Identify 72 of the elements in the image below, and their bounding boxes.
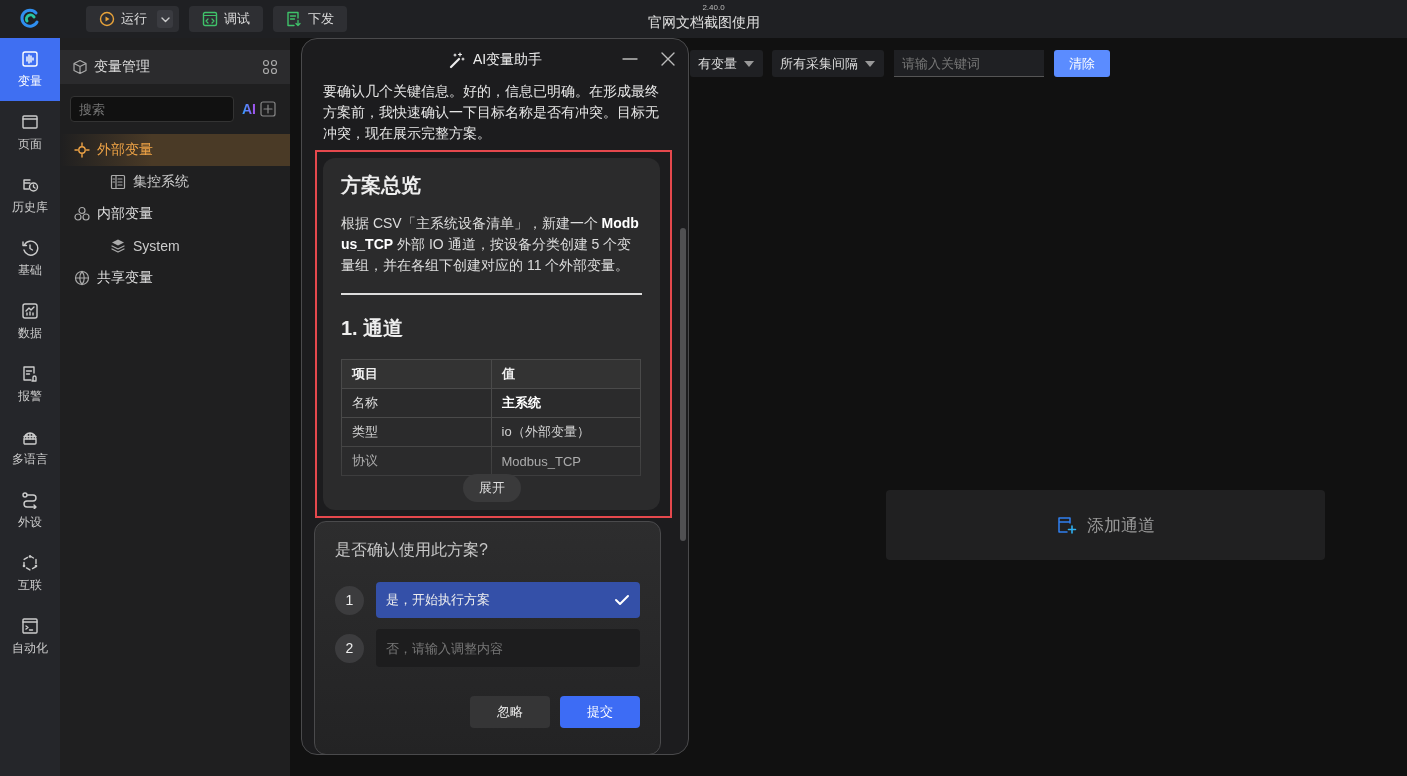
dropdown-button[interactable] [157,10,173,28]
column-header: 项目 [341,359,491,389]
caret-down-icon [743,58,755,69]
add-channel-icon [1056,515,1077,535]
section-heading: 1. 通道 [341,316,405,341]
play-icon [99,11,115,27]
dialog-title: AI变量助手 [472,51,543,69]
column-header: 值 [491,359,641,389]
panel-icon [110,174,126,190]
tree-item[interactable]: System [60,230,290,262]
cube-icon [72,59,88,75]
code-window-icon [202,11,218,27]
route-icon [21,490,39,509]
toolbar-button[interactable]: 调试 [189,6,263,32]
nav-item[interactable]: 历史库 [0,164,60,227]
magic-wand-icon [447,51,465,69]
assistant-message: 要确认几个关键信息。好的，信息已明确。在形成最终方案前，我快速确认一下目标名称是否有冲突。目标无冲突，现在展示完整方案。 [323,82,660,143]
ai-button[interactable]: AI [242,101,256,117]
terminal-icon [21,616,39,635]
hexagon-nodes-icon [21,553,39,572]
nav-item[interactable]: 互联 [0,542,60,605]
nav-item[interactable]: 外设 [0,479,60,542]
option-item[interactable]: 是，开始执行方案 [376,582,640,618]
table-cell: io（外部变量） [491,417,641,447]
keyword-field[interactable]: 请输入关键词 [894,50,1044,77]
window-title: 官网文档截图使用 [647,13,760,32]
add-icon [260,101,276,117]
nav-item[interactable]: 数据 [0,290,60,353]
panel-title: 变量管理 [94,58,151,76]
option-number: 1 [335,585,364,615]
nav-item[interactable]: 页面 [0,101,60,164]
nav-item[interactable]: 多语言 [0,416,60,479]
waveform-icon [21,49,39,68]
globe-icon [74,270,90,286]
ignore-button[interactable]: 忽略 [470,696,550,728]
tree-item[interactable]: 集控系统 [60,166,290,198]
tree-item[interactable]: 内部变量 [60,198,290,230]
three-circles-icon [74,206,90,222]
nav-item[interactable]: 自动化 [0,605,60,668]
plan-summary: 根据 CSV「主系统设备清单」，新建一个 Modbus_TCP 外部 IO 通道，按设备分类创建 5 个变量组，并在各组下创建对应的 11 个外部变量。 [341,214,640,275]
plan-title: 方案总览 [341,173,422,198]
document-download-icon [286,11,302,27]
check-icon [614,592,630,608]
table-cell: 类型 [341,417,491,447]
filter-dropdown[interactable]: 所有采集间隔 [772,50,884,77]
adjust-field[interactable]: 否，请输入调整内容 [376,629,640,667]
history-clock-icon [21,238,39,257]
grid-icon [262,59,278,75]
document-bell-icon [21,364,39,383]
table-cell: 名称 [341,388,491,418]
caret-down-icon [864,58,876,69]
expand-button[interactable]: 展开 [462,474,521,502]
chart-icon [21,301,39,320]
layers-icon [110,238,126,254]
search-field[interactable]: 搜索 [70,96,234,122]
version-label: 2.40.0 [702,3,725,12]
window-icon [21,112,39,131]
toolbar-button[interactable]: 下发 [273,6,347,32]
nav-item[interactable]: 变量 [0,38,60,101]
confirm-question: 是否确认使用此方案? [335,540,489,560]
close-icon[interactable] [660,51,676,67]
filter-dropdown[interactable]: 有变量 [690,50,763,77]
submit-button[interactable]: 提交 [560,696,640,728]
nav-item[interactable]: 基础 [0,227,60,290]
tree-item[interactable]: 共享变量 [60,262,290,294]
run-button[interactable]: 运行 [86,6,179,32]
option-number: 2 [335,633,364,663]
nav-item[interactable]: 报警 [0,353,60,416]
sun-node-icon [74,142,90,158]
table-cell: 主系统 [491,388,641,418]
scrollbar[interactable] [680,228,686,541]
add-channel-button[interactable]: 添加通道 [886,490,1325,560]
